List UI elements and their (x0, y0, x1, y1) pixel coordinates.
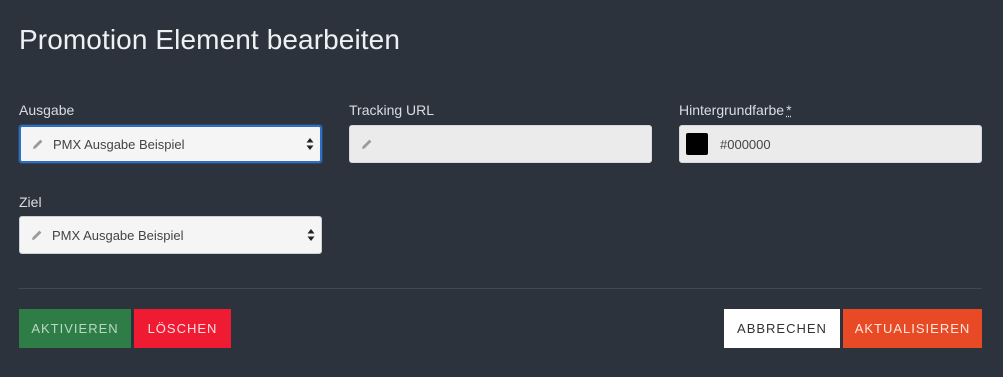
ziel-value: PMX Ausgabe Beispiel (52, 227, 184, 243)
divider (19, 288, 982, 289)
dialog-title: Promotion Element bearbeiten (19, 24, 401, 55)
ausgabe-label: Ausgabe (19, 102, 75, 118)
delete-button[interactable]: LÖSCHEN (134, 309, 231, 348)
pencil-icon (360, 137, 374, 151)
tracking-url-label: Tracking URL (349, 102, 435, 118)
color-swatch[interactable] (686, 133, 708, 155)
update-button[interactable]: AKTUALISIEREN (843, 309, 982, 348)
ziel-select[interactable]: PMX Ausgabe Beispiel (19, 216, 322, 254)
hintergrundfarbe-input[interactable]: #000000 (679, 125, 982, 163)
ausgabe-value: PMX Ausgabe Beispiel (53, 136, 185, 152)
ziel-label: Ziel (19, 194, 42, 210)
pencil-icon (30, 228, 44, 242)
pencil-icon (31, 137, 45, 151)
required-marker: * (786, 102, 792, 118)
select-arrows-icon (306, 137, 314, 151)
tracking-url-input[interactable] (349, 125, 652, 163)
select-arrows-icon (307, 228, 315, 242)
activate-button[interactable]: AKTIVIEREN (19, 309, 131, 348)
hintergrundfarbe-label: Hintergrundfarbe * (679, 102, 792, 118)
ausgabe-select[interactable]: PMX Ausgabe Beispiel (19, 125, 322, 163)
cancel-button[interactable]: ABBRECHEN (724, 309, 840, 348)
hintergrundfarbe-label-text: Hintergrundfarbe (679, 102, 785, 118)
hintergrundfarbe-value: #000000 (720, 136, 771, 152)
